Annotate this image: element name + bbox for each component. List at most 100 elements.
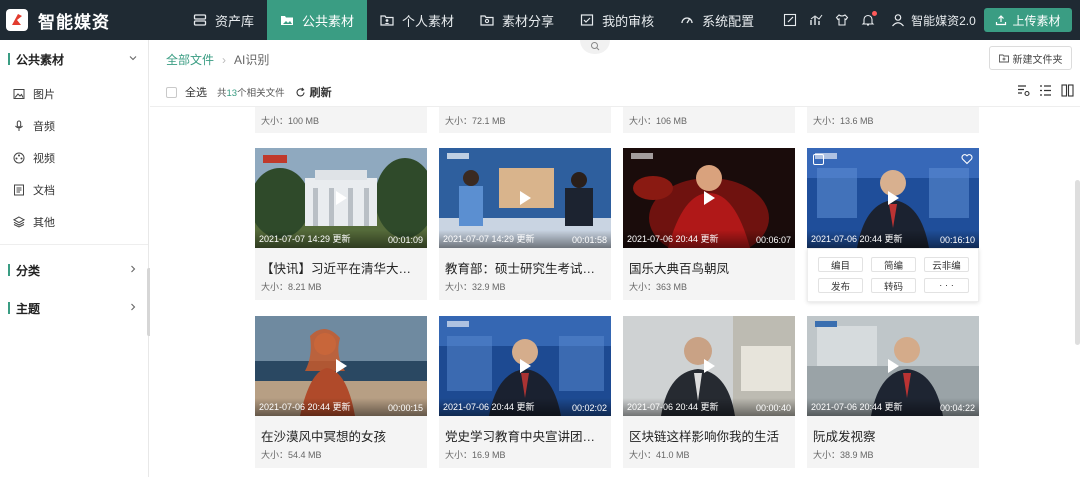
media-card-partial[interactable]: 大小：106 MB [623,107,795,133]
notification-dot [872,11,878,16]
card-size: 大小：72.1 MB [445,116,506,126]
card-title: 党史学习教育中央宣讲团报告会 [445,430,607,444]
play-icon[interactable] [700,357,718,375]
user-menu[interactable]: 智能媒资2.0 [891,12,976,29]
card-title: 国乐大典百鸟朝凤 [629,262,730,276]
media-card[interactable]: 2021-07-06 20:44 更新 00:00:15 在沙漠风中冥想的女孩 大… [255,316,427,468]
quick-edit-button[interactable]: 简编 [871,257,916,272]
sidebar-item-label: 音频 [33,121,55,133]
brand[interactable]: 智能媒资 [0,0,180,40]
nav-label: 个人素材 [402,13,455,29]
nav-label: 我的审核 [602,13,655,29]
notification-bell-icon[interactable] [861,11,878,27]
duration: 00:04:22 [939,403,975,413]
card-size: 大小：54.4 MB [261,450,322,460]
card-title: 【快讯】习近平在清华大学考察 [261,262,423,276]
nav-my-review[interactable]: 我的审核 [567,0,667,40]
sidebar-group-public[interactable]: 公共素材 [0,40,148,78]
document-icon [13,184,25,196]
media-card[interactable]: 2021-07-07 14:29 更新 00:01:58 教育部：硕士研究生考试鼓… [439,148,611,300]
media-card[interactable]: 2021-07-06 20:44 更新 00:00:40 区块链这样影响你我的生活… [623,316,795,468]
update-time: 2021-07-06 20:44 更新 [811,402,903,412]
select-all-label[interactable]: 全选 [185,84,207,100]
media-card[interactable]: 2021-07-07 14:29 更新 00:01:09 【快讯】习近平在清华大学… [255,148,427,300]
main-nav: 资产库 公共素材 个人素材 素材分享 我的审核 系统配置 [180,0,767,40]
tshirt-icon[interactable] [835,13,849,27]
card-size: 大小：32.9 MB [445,282,506,292]
update-time: 2021-07-07 14:29 更新 [259,234,351,244]
cloud-edit-button[interactable]: 云非编 [924,257,969,272]
breadcrumb-root[interactable]: 全部文件 [166,51,214,68]
transcode-button[interactable]: 转码 [871,278,916,293]
play-icon[interactable] [332,357,350,375]
search-toggle[interactable] [580,40,610,54]
video-thumbnail[interactable]: 2021-07-07 14:29 更新 00:01:58 [439,148,611,248]
sidebar-item-audio[interactable]: 音频 [0,110,148,142]
video-thumbnail[interactable]: 2021-07-06 20:44 更新 00:02:02 [439,316,611,416]
update-time: 2021-07-06 20:44 更新 [811,234,903,244]
filter-sort-icon[interactable] [1017,84,1030,97]
more-actions-button[interactable]: · · · [924,278,969,293]
sidebar-group-topic[interactable]: 主题 [0,289,148,327]
media-card[interactable]: 2021-07-06 20:44 更新 00:06:07 国乐大典百鸟朝凤 大小：… [623,148,795,300]
media-card-partial[interactable]: 大小：13.6 MB [807,107,979,133]
play-icon[interactable] [516,357,534,375]
review-icon [580,13,594,27]
select-all-checkbox[interactable] [166,86,177,98]
play-icon[interactable] [884,357,902,375]
duration: 00:00:40 [755,403,791,413]
refresh-button[interactable]: 刷新 [295,84,332,100]
video-thumbnail[interactable]: 2021-07-07 14:29 更新 00:01:09 [255,148,427,248]
edit-icon[interactable] [783,13,797,27]
play-icon[interactable] [516,189,534,207]
card-title: 教育部：硕士研究生考试鼓励人才 [445,262,607,276]
media-card[interactable]: 2021-07-06 20:44 更新 00:04:22 阮成发视察 大小：38.… [807,316,979,468]
card-size: 大小：8.21 MB [261,282,322,292]
nav-personal-materials[interactable]: 个人素材 [367,0,467,40]
media-card[interactable]: 2021-07-06 20:44 更新 00:02:02 党史学习教育中央宣讲团报… [439,316,611,468]
nav-system-config[interactable]: 系统配置 [667,0,767,40]
update-time: 2021-07-06 20:44 更新 [627,402,719,412]
media-card-partial[interactable]: 大小：72.1 MB [439,107,611,133]
sidebar-item-images[interactable]: 图片 [0,78,148,110]
video-thumbnail[interactable]: 2021-07-06 20:44 更新 00:16:10 [807,148,979,248]
media-card-hovered[interactable]: 2021-07-06 20:44 更新 00:16:10 编目 简编 云非编 发布… [807,148,979,302]
thumbnail-meta: 2021-07-07 14:29 更新 00:01:58 [439,230,611,248]
upload-label: 上传素材 [1012,13,1061,28]
play-icon[interactable] [700,189,718,207]
favorite-heart-icon[interactable] [961,153,973,165]
main-content: 全部文件 › AI识别 新建文件夹 全选 共13个相关文件 刷新 大小：100 … [150,40,1080,477]
top-navigation-bar: 智能媒资 资产库 公共素材 个人素材 素材分享 我的审核 系统配置 智能媒资2.… [0,0,1080,40]
stats-chart-icon[interactable] [809,13,823,27]
layers-icon [13,216,25,228]
duration: 00:00:15 [387,403,423,413]
play-icon[interactable] [332,189,350,207]
sidebar-group-category[interactable]: 分类 [0,251,148,289]
publish-button[interactable]: 发布 [818,278,863,293]
video-thumbnail[interactable]: 2021-07-06 20:44 更新 00:00:40 [623,316,795,416]
card-select-checkbox[interactable] [813,154,824,165]
video-thumbnail[interactable]: 2021-07-06 20:44 更新 00:06:07 [623,148,795,248]
list-view-icon[interactable] [1039,84,1052,97]
sidebar-item-other[interactable]: 其他 [0,206,148,238]
new-folder-button[interactable]: 新建文件夹 [989,46,1072,70]
upload-material-button[interactable]: 上传素材 [984,8,1072,32]
catalog-button[interactable]: 编目 [818,257,863,272]
sidebar-item-documents[interactable]: 文档 [0,174,148,206]
video-thumbnail[interactable]: 2021-07-06 20:44 更新 00:00:15 [255,316,427,416]
nav-asset-library[interactable]: 资产库 [180,0,267,40]
app-title: 智能媒资 [38,12,110,32]
video-thumbnail[interactable]: 2021-07-06 20:44 更新 00:04:22 [807,316,979,416]
duration: 00:01:09 [387,235,423,245]
duration: 00:06:07 [755,235,791,245]
media-card-partial[interactable]: 大小：100 MB [255,107,427,133]
nav-public-materials[interactable]: 公共素材 [267,0,368,40]
update-time: 2021-07-06 20:44 更新 [627,234,719,244]
card-size: 大小：363 MB [629,282,688,292]
sidebar-item-video[interactable]: 视频 [0,142,148,174]
nav-material-share[interactable]: 素材分享 [467,0,567,40]
thumbnail-meta: 2021-07-07 14:29 更新 00:01:09 [255,230,427,248]
vertical-scrollbar[interactable] [1075,180,1080,345]
play-icon[interactable] [884,189,902,207]
column-view-icon[interactable] [1061,84,1074,97]
